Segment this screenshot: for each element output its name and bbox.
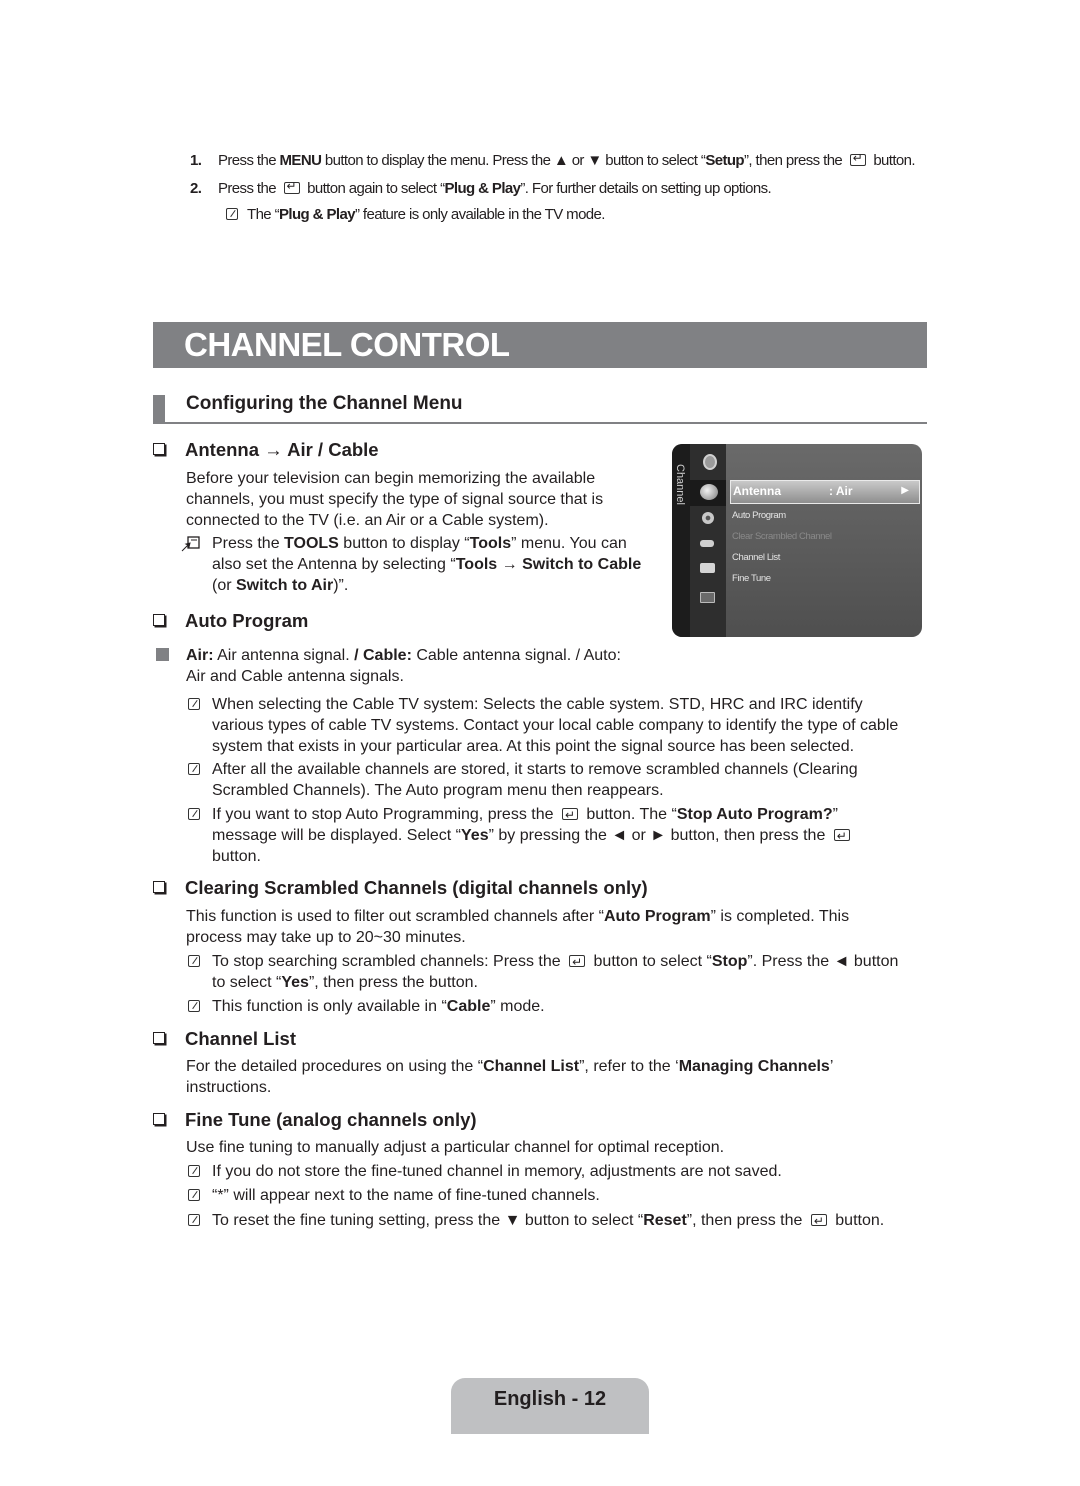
tv-channel-menu-screenshot: Channel Antenna : Air ▶ Auto Program Cle…	[672, 444, 922, 637]
subsection-marker	[153, 395, 165, 422]
step-2: 2.Press the button again to select “Plug…	[190, 179, 772, 197]
arrow-right-icon: ▶	[901, 485, 909, 496]
sound-icon	[700, 540, 714, 547]
section-heading-auto-program: Auto Program	[153, 610, 308, 632]
checkbox-bullet-icon	[153, 443, 165, 455]
section-heading-fine-tune: Fine Tune (analog channels only)	[153, 1109, 477, 1131]
fine-tune-note-3: To reset the fine tuning setting, press …	[186, 1210, 884, 1232]
subsection-title: Configuring the Channel Menu	[186, 393, 463, 414]
page-number-tab: English - 12	[451, 1378, 649, 1434]
page-number-label: English - 12	[493, 1388, 607, 1410]
picture-icon	[700, 563, 715, 573]
page-title-bar: CHANNEL CONTROL	[153, 322, 927, 368]
step-1: 1. Press the MENU button to display the m…	[190, 151, 916, 169]
channel-list-body: For the detailed procedures on using the…	[186, 1058, 834, 1096]
enter-button-icon	[849, 151, 866, 166]
fine-tune-body: Use fine tuning to manually adjust a par…	[186, 1139, 725, 1156]
note-icon	[226, 208, 238, 220]
enter-button-icon	[810, 1211, 827, 1232]
clearing-note-2: This function is only available in “Cabl…	[186, 996, 545, 1017]
note-icon	[188, 1189, 200, 1201]
fine-tune-note-2: “*” will appear next to the name of fine…	[186, 1185, 600, 1206]
enter-button-icon	[833, 826, 850, 847]
section-heading-clearing: Clearing Scrambled Channels (digital cha…	[153, 877, 648, 899]
checkbox-bullet-icon	[153, 1032, 165, 1044]
note-icon	[188, 763, 200, 775]
tools-icon	[181, 536, 200, 552]
menu-item-fine-tune[interactable]: Fine Tune	[732, 573, 771, 584]
enter-button-icon	[569, 952, 586, 973]
menu-item-auto-program[interactable]: Auto Program	[732, 510, 786, 521]
checkbox-bullet-icon	[153, 881, 165, 893]
note-icon	[188, 1165, 200, 1177]
support-icon	[700, 592, 715, 603]
enter-button-icon	[561, 805, 578, 826]
note-icon	[188, 1000, 200, 1012]
tools-note: Press the TOOLS button to display “Tools…	[181, 533, 666, 596]
intro-note: The “Plug & Play” feature is only availa…	[226, 206, 605, 223]
enter-button-icon	[283, 179, 300, 194]
checkbox-bullet-icon	[153, 1113, 165, 1125]
antenna-body: Before your television can begin memoriz…	[186, 470, 604, 529]
note-icon	[188, 808, 200, 820]
clearing-note-1: To stop searching scrambled channels: Pr…	[186, 951, 898, 993]
menu-item-antenna-selected[interactable]: Antenna : Air ▶	[730, 480, 920, 504]
note-icon	[188, 698, 200, 710]
square-bullet-icon	[156, 648, 169, 661]
menu-item-channel-list[interactable]: Channel List	[732, 552, 780, 563]
auto-program-note-1: When selecting the Cable TV system: Sele…	[186, 694, 898, 757]
setup-icon	[702, 512, 714, 524]
menu-item-clear-scrambled-channel: Clear Scrambled Channel	[732, 531, 832, 542]
input-icon	[703, 454, 717, 470]
note-icon	[188, 1214, 200, 1226]
menu-icon-column	[690, 444, 726, 637]
fine-tune-note-1: If you do not store the fine-tuned chann…	[186, 1161, 782, 1182]
auto-program-options: Air: Air antenna signal. / Cable: Cable …	[186, 647, 621, 685]
auto-program-note-3: If you want to stop Auto Programming, pr…	[186, 804, 854, 867]
channel-icon	[700, 484, 718, 500]
subsection-header: Configuring the Channel Menu	[153, 393, 927, 424]
menu-side-strip: Channel	[672, 444, 690, 637]
menu-items: Antenna : Air ▶ Auto Program Clear Scram…	[730, 444, 922, 637]
page-title: CHANNEL CONTROL	[184, 326, 510, 363]
section-heading-antenna: Antenna → Air / Cable	[153, 439, 379, 461]
checkbox-bullet-icon	[153, 614, 165, 626]
section-heading-channel-list: Channel List	[153, 1028, 296, 1050]
note-icon	[188, 955, 200, 967]
clearing-body: This function is used to filter out scra…	[186, 908, 850, 946]
auto-program-note-2: After all the available channels are sto…	[186, 759, 858, 801]
menu-side-label: Channel	[674, 464, 686, 505]
